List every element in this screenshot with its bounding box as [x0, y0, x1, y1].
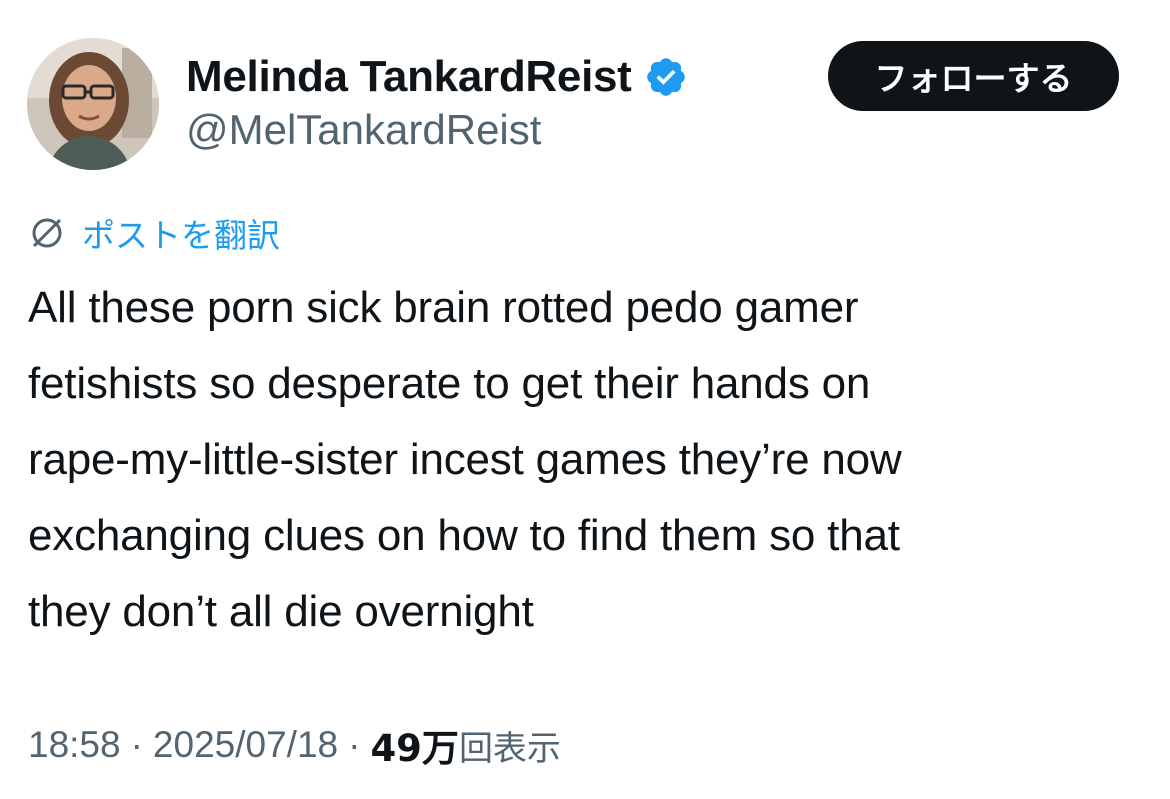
tweet-line: exchanging clues on how to find them so … [28, 511, 900, 560]
verified-badge-icon [644, 55, 688, 99]
avatar-photo [27, 38, 159, 170]
views-label: 回表示 [458, 728, 561, 769]
display-name[interactable]: Melinda TankardReist [186, 52, 632, 102]
tweet-line: rape-my-little-sister incest games they’… [28, 435, 902, 484]
translate-post-link[interactable]: ポストを翻訳 [28, 210, 280, 256]
meta-separator: · [130, 724, 143, 765]
author-name-row[interactable]: Melinda TankardReist [186, 52, 688, 102]
follow-button[interactable]: フォローする [828, 41, 1119, 111]
author-handle[interactable]: @MelTankardReist [186, 106, 541, 154]
translate-label[interactable]: ポストを翻訳 [82, 209, 280, 257]
avatar[interactable] [27, 38, 159, 170]
tweet-line: they don’t all die overnight [28, 587, 534, 636]
views-count: 49万 [370, 727, 459, 770]
meta-separator: · [348, 724, 361, 765]
globe-slash-icon [28, 214, 66, 252]
tweet-line: All these porn sick brain rotted pedo ga… [28, 283, 859, 332]
post-time[interactable]: 18:58 [28, 724, 121, 766]
post-date[interactable]: 2025/07/18 [153, 724, 338, 766]
tweet-meta: 18:58 · 2025/07/18 · 49万 回表示 [28, 718, 561, 772]
tweet-text: All these porn sick brain rotted pedo ga… [28, 270, 1148, 650]
tweet-line: fetishists so desperate to get their han… [28, 359, 871, 408]
